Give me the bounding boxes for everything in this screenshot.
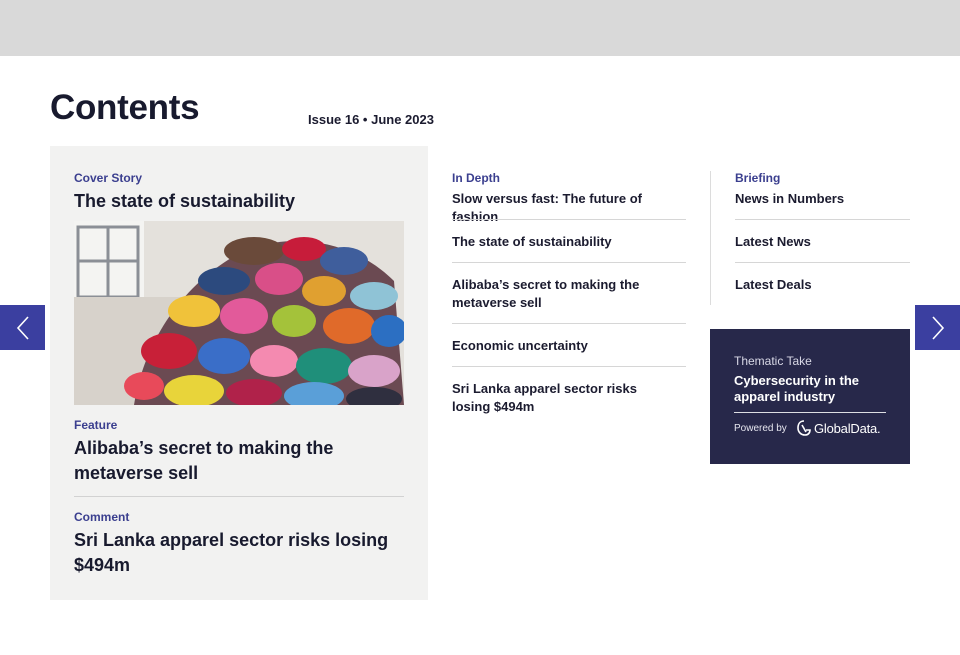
- comment-headline[interactable]: Sri Lanka apparel sector risks losing $4…: [74, 528, 404, 578]
- chevron-right-icon: [931, 315, 944, 340]
- comment-kicker: Comment: [74, 510, 130, 524]
- cover-story-image[interactable]: [74, 221, 404, 405]
- briefing-item[interactable]: News in Numbers: [735, 190, 910, 208]
- in-depth-column: In Depth Slow versus fast: The future of…: [452, 171, 686, 431]
- in-depth-item[interactable]: Sri Lanka apparel sector risks losing $4…: [452, 380, 677, 416]
- powered-by-label: Powered by: [734, 423, 787, 434]
- thematic-title[interactable]: Cybersecurity in the apparel industry: [734, 373, 894, 405]
- cover-story-kicker: Cover Story: [74, 171, 143, 185]
- in-depth-divider: [452, 262, 686, 263]
- thematic-take-box[interactable]: Thematic Take Cybersecurity in the appar…: [710, 329, 910, 464]
- feature-kicker: Feature: [74, 418, 118, 432]
- top-bar: [0, 0, 960, 56]
- issue-label: Issue 16 • June 2023: [308, 112, 434, 127]
- globaldata-logo-icon: [797, 420, 811, 436]
- briefing-item[interactable]: Latest Deals: [735, 276, 910, 294]
- in-depth-divider: [452, 366, 686, 367]
- page-title: Contents: [50, 88, 200, 127]
- briefing-item[interactable]: Latest News: [735, 233, 910, 251]
- card-divider: [74, 496, 404, 497]
- previous-page-button[interactable]: [0, 305, 45, 350]
- in-depth-item[interactable]: Economic uncertainty: [452, 337, 686, 355]
- cover-story-headline[interactable]: The state of sustainability: [74, 189, 404, 214]
- in-depth-item[interactable]: Slow versus fast: The future of fashion: [452, 190, 686, 226]
- in-depth-divider: [452, 219, 686, 220]
- in-depth-item[interactable]: The state of sustainability: [452, 233, 686, 251]
- column-separator: [710, 171, 711, 305]
- clothes-pile-illustration: [74, 221, 404, 405]
- thematic-divider: [734, 412, 886, 413]
- briefing-divider: [735, 262, 910, 263]
- thematic-kicker: Thematic Take: [734, 354, 812, 368]
- briefing-divider: [735, 219, 910, 220]
- in-depth-kicker: In Depth: [452, 171, 500, 185]
- in-depth-divider: [452, 323, 686, 324]
- briefing-kicker: Briefing: [735, 171, 781, 185]
- feature-headline[interactable]: Alibaba’s secret to making the metaverse…: [74, 436, 404, 486]
- globaldata-logo: GlobalData.: [797, 420, 881, 436]
- featured-card: Cover Story The state of sustainability: [50, 146, 428, 600]
- chevron-left-icon: [16, 315, 29, 340]
- globaldata-brand-text: GlobalData.: [814, 420, 881, 436]
- briefing-column: Briefing News in Numbers Latest News Lat…: [735, 171, 910, 301]
- next-page-button[interactable]: [915, 305, 960, 350]
- in-depth-item[interactable]: Alibaba’s secret to making the metaverse…: [452, 276, 652, 312]
